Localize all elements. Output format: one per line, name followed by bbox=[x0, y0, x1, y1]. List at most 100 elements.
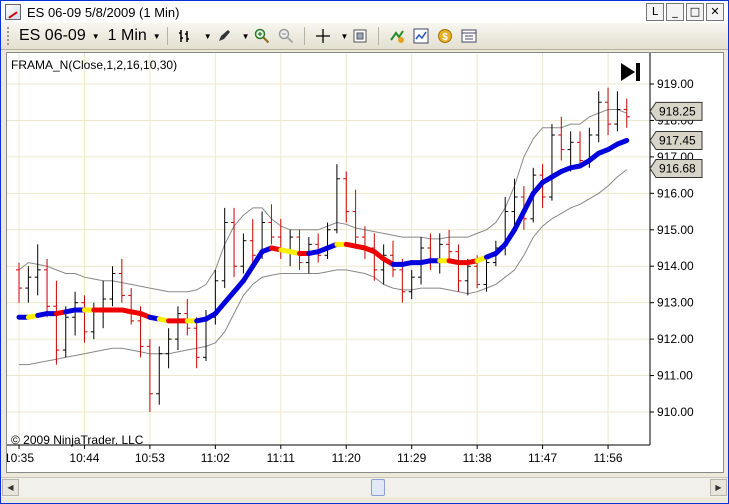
link-button[interactable]: L bbox=[646, 3, 664, 21]
svg-text:$: $ bbox=[443, 32, 449, 43]
ohlc-bar bbox=[595, 91, 602, 143]
ohlc-bar bbox=[118, 258, 125, 303]
chart-app-icon bbox=[5, 4, 21, 20]
upper-band-line bbox=[18, 109, 627, 293]
frama-segment bbox=[521, 190, 536, 215]
chevron-down-icon[interactable]: ▼ bbox=[204, 32, 212, 41]
y-tick-label: 912.00 bbox=[657, 332, 694, 346]
x-tick-label: 10:44 bbox=[69, 451, 99, 465]
ohlc-bar bbox=[231, 207, 238, 278]
ohlc-bar bbox=[249, 218, 256, 263]
frama-line bbox=[16, 137, 630, 324]
zoom-in-icon[interactable] bbox=[253, 27, 271, 45]
ohlc-bar bbox=[343, 171, 350, 223]
ohlc-bar bbox=[623, 98, 630, 128]
frama-segment bbox=[250, 249, 265, 269]
ohlc-bar bbox=[221, 207, 228, 289]
price-chart[interactable]: 919.00918.00917.00916.00915.00914.00913.… bbox=[4, 53, 723, 472]
ohlc-bar bbox=[390, 240, 396, 278]
chart-panel[interactable]: 919.00918.00917.00916.00915.00914.00913.… bbox=[4, 52, 724, 473]
price-marker-label: 918.25 bbox=[659, 104, 696, 118]
price-marker: 917.45 bbox=[649, 130, 703, 150]
bar-type-icon[interactable] bbox=[177, 27, 195, 45]
price-markers: 918.25 917.45 916.68 bbox=[649, 101, 703, 179]
frama-bands bbox=[18, 109, 628, 366]
ohlc-bar bbox=[558, 116, 565, 161]
ohlc-bar bbox=[446, 229, 453, 259]
ohlc-bar bbox=[324, 222, 331, 259]
ohlc-bar bbox=[193, 317, 200, 369]
instrument-selector[interactable]: ES 06-09 ▼ bbox=[19, 27, 100, 45]
ohlc-bar bbox=[380, 244, 387, 285]
horizontal-scrollbar[interactable]: ◀ ▶ bbox=[1, 477, 728, 497]
ohlc-bar bbox=[109, 266, 116, 307]
frama-segment bbox=[502, 227, 518, 247]
price-marker-label: 917.45 bbox=[659, 133, 696, 147]
x-tick-label: 11:20 bbox=[332, 451, 361, 465]
indicator-label: FRAMA_N(Close,1,2,16,10,30) bbox=[11, 58, 177, 72]
ohlc-bar bbox=[72, 291, 79, 336]
x-tick-label: 11:29 bbox=[397, 451, 426, 465]
y-tick-label: 910.00 bbox=[657, 405, 694, 419]
draw-pencil-icon[interactable] bbox=[215, 27, 233, 45]
y-tick-label: 915.00 bbox=[657, 223, 694, 237]
ohlc-bar bbox=[436, 233, 443, 274]
frama-segment bbox=[512, 209, 527, 233]
toolbar-separator bbox=[303, 27, 305, 45]
data-box-icon[interactable] bbox=[351, 27, 369, 45]
copyright-label: © 2009 NinjaTrader, LLC bbox=[11, 433, 144, 447]
ohlc-bar bbox=[184, 299, 191, 336]
ohlc-bar bbox=[605, 87, 612, 136]
toolbar-separator bbox=[378, 27, 380, 45]
indicators-icon[interactable] bbox=[412, 27, 430, 45]
zoom-out-icon[interactable] bbox=[277, 27, 295, 45]
crosshair-icon[interactable] bbox=[314, 27, 332, 45]
chevron-down-icon[interactable]: ▼ bbox=[341, 32, 349, 41]
close-button[interactable]: ✕ bbox=[706, 3, 724, 21]
y-tick-label: 916.00 bbox=[657, 186, 694, 200]
price-marker: 918.25 bbox=[649, 101, 703, 121]
price-marker-label: 916.68 bbox=[659, 162, 696, 176]
ohlc-bar bbox=[296, 229, 303, 270]
scroll-thumb[interactable] bbox=[371, 479, 385, 496]
ohlc-bar bbox=[315, 233, 322, 263]
properties-icon[interactable] bbox=[460, 27, 478, 45]
scroll-right-arrow-icon[interactable]: ▶ bbox=[710, 479, 727, 496]
ohlc-bar bbox=[361, 226, 368, 259]
y-tick-label: 919.00 bbox=[657, 77, 694, 91]
scroll-left-arrow-icon[interactable]: ◀ bbox=[2, 479, 19, 496]
ohlc-bar bbox=[408, 269, 415, 300]
maximize-button[interactable]: □ bbox=[686, 3, 704, 21]
instrument-label: ES 06-09 bbox=[19, 27, 86, 44]
chart-toolbar: ES 06-09 ▼ 1 Min ▼ ▼ ▼ ▼ $ bbox=[1, 23, 728, 50]
ohlc-bar bbox=[174, 306, 181, 351]
y-tick-label: 914.00 bbox=[657, 259, 694, 273]
toolbar-grip[interactable] bbox=[7, 27, 11, 45]
x-tick-label: 11:11 bbox=[267, 451, 296, 465]
ohlc-bar bbox=[34, 244, 41, 296]
minimize-button[interactable]: _ bbox=[666, 3, 684, 21]
ohlc-bar bbox=[44, 258, 51, 318]
y-tick-label: 913.00 bbox=[657, 296, 694, 310]
ohlc-bar bbox=[53, 280, 60, 365]
chevron-down-icon[interactable]: ▼ bbox=[242, 32, 250, 41]
toolbar-separator bbox=[166, 27, 168, 45]
ohlc-bar bbox=[352, 189, 359, 245]
x-tick-label: 11:38 bbox=[463, 451, 492, 465]
ohlc-bar bbox=[25, 266, 32, 303]
chevron-down-icon: ▼ bbox=[91, 31, 100, 41]
ohlc-bar bbox=[614, 91, 621, 132]
ohlc-bar bbox=[577, 131, 583, 165]
ohlc-bar bbox=[548, 124, 555, 201]
y-tick-label: 911.00 bbox=[657, 369, 693, 383]
x-tick-label: 10:53 bbox=[135, 451, 165, 465]
market-analyzer-icon[interactable]: $ bbox=[436, 27, 454, 45]
window-controls: L _ □ ✕ bbox=[646, 3, 724, 21]
ohlc-bar bbox=[128, 288, 135, 325]
strategies-icon[interactable] bbox=[388, 27, 406, 45]
ohlc-bar bbox=[287, 229, 294, 267]
chart-window: ES 06-09 5/8/2009 (1 Min) L _ □ ✕ ES 06-… bbox=[0, 0, 729, 504]
scroll-to-end-icon[interactable] bbox=[621, 63, 640, 81]
title-bar[interactable]: ES 06-09 5/8/2009 (1 Min) L _ □ ✕ bbox=[1, 1, 728, 23]
interval-selector[interactable]: 1 Min ▼ bbox=[108, 27, 161, 45]
